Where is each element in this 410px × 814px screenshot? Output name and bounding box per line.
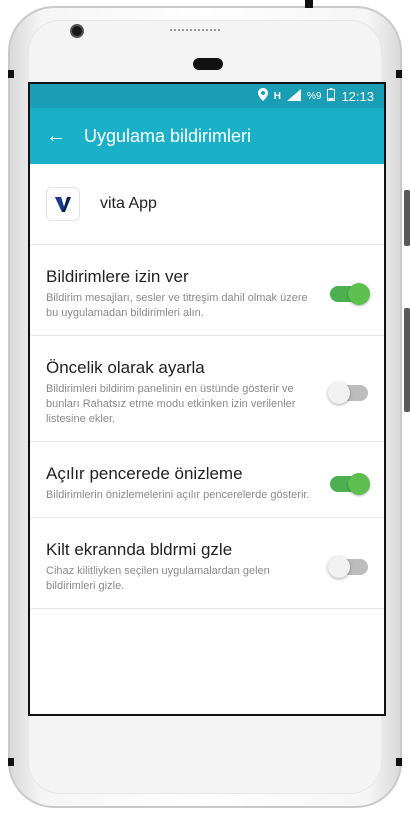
volume-button[interactable] [404,190,410,246]
phone-right-edge-bottom [396,758,402,766]
setting-popup-preview[interactable]: Açılır pencerede önizleme Bildirimlerin … [30,442,384,518]
setting-title: Kilt ekrannda bldrmi gzle [46,540,233,559]
app-info-row: vita App [30,164,384,245]
battery-percent: %9 [307,90,322,102]
network-h-icon: H [273,90,281,102]
earpiece-speaker [193,58,223,70]
setting-title: Öncelik olarak ayarla [46,358,205,377]
setting-description: Bildirim mesajları, sesler ve titreşim d… [46,292,308,319]
app-name: vita App [100,195,157,212]
signal-icon [287,88,301,104]
sensor-grille [170,29,220,33]
setting-description: Bildirimlerin önizlemelerini açılır penc… [46,489,310,501]
toggle-switch[interactable] [330,472,370,495]
app-bar: ← Uygulama bildirimleri [30,108,384,164]
setting-allow-notifications[interactable]: Bildirimlere izin ver Bildirim mesajları… [30,245,384,336]
back-arrow-icon[interactable]: ← [46,126,66,146]
setting-title: Bildirimlere izin ver [46,267,189,286]
screen: H %9 12:13 ← Uygulama bildirimleri vita … [28,82,386,716]
location-icon [257,88,268,104]
setting-set-as-priority[interactable]: Öncelik olarak ayarla Bildirimleri bildi… [30,336,384,442]
page-title: Uygulama bildirimleri [84,125,252,146]
setting-title: Açılır pencerede önizleme [46,464,243,483]
setting-description: Bildirimleri bildirim panelinin en üstün… [46,383,296,425]
clock: 12:13 [341,88,374,104]
vita-logo-icon [46,187,80,221]
setting-hide-on-lockscreen[interactable]: Kilt ekrannda bldrmi gzle Cihaz kilitliy… [30,518,384,609]
toggle-switch[interactable] [328,556,368,578]
phone-left-edge-bottom [8,758,14,766]
power-button[interactable] [404,308,410,412]
status-bar: H %9 12:13 [30,84,384,108]
toggle-switch[interactable] [330,283,370,305]
battery-icon [327,88,336,104]
phone-left-edge-top [8,70,14,78]
phone-top-mark [305,0,313,8]
setting-description: Cihaz kilitliyken seçilen uygulamalardan… [46,565,270,592]
phone-right-edge-top [396,70,402,78]
toggle-switch[interactable] [328,381,368,404]
front-camera [70,24,84,38]
